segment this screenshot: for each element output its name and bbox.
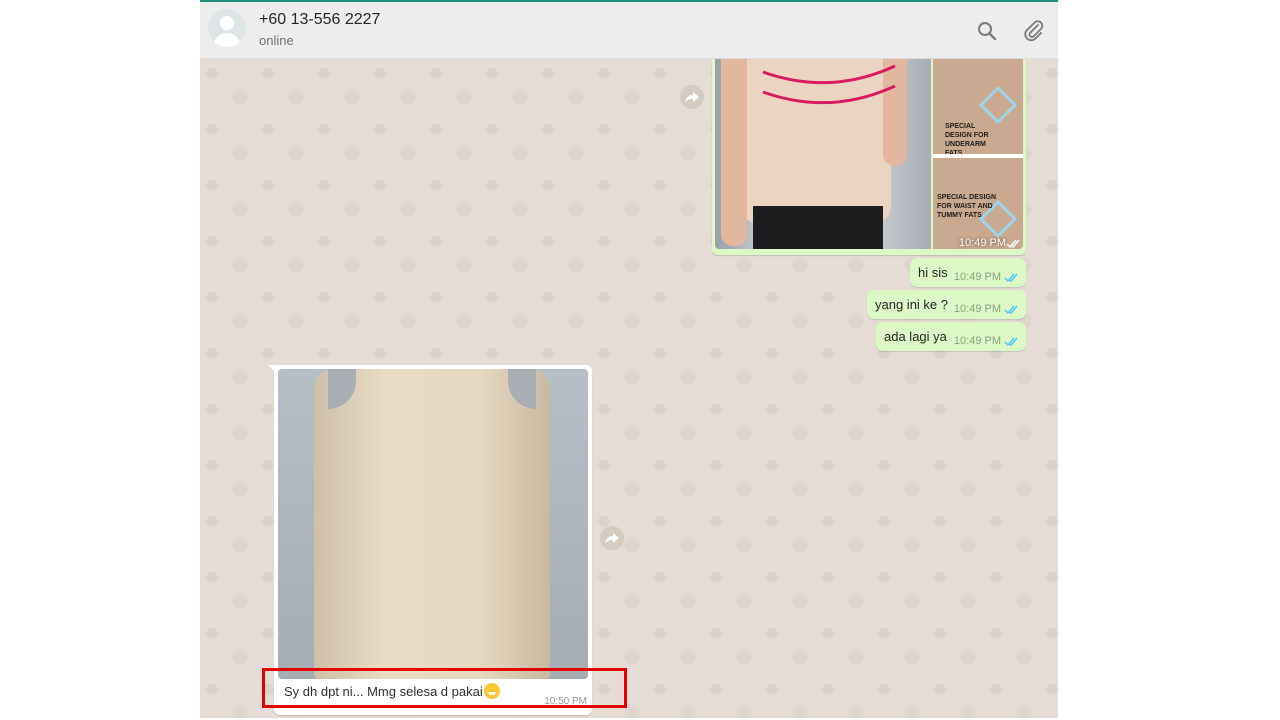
panel-divider [933, 154, 1023, 158]
message-text: yang ini ke ? [875, 297, 948, 312]
message-image[interactable]: SPECIAL DESIGN FOR UNDERARM FATS SPECIAL… [715, 59, 1023, 249]
forward-button[interactable] [600, 526, 624, 550]
chat-header: +60 13-556 2227 online [200, 2, 1058, 59]
double-check-icon [1004, 337, 1018, 347]
avatar[interactable] [208, 9, 246, 47]
double-check-icon [1006, 239, 1020, 249]
contact-name[interactable]: +60 13-556 2227 [259, 11, 380, 29]
forward-icon [605, 533, 619, 544]
attach-icon[interactable] [1022, 19, 1046, 43]
arrow-graphic [762, 64, 896, 105]
outgoing-image-message[interactable]: SPECIAL DESIGN FOR UNDERARM FATS SPECIAL… [712, 59, 1026, 255]
message-list[interactable]: SPECIAL DESIGN FOR UNDERARM FATS SPECIAL… [200, 59, 1058, 718]
incoming-image-message[interactable]: Sy dh dpt ni... Mmg selesa d pakai 10:50… [268, 365, 592, 715]
panel-caption-bottom: SPECIAL DESIGN FOR WAIST AND TUMMY FATS [937, 194, 996, 219]
message-text: hi sis [918, 265, 948, 280]
double-check-icon [1004, 273, 1018, 283]
arm-shape [721, 59, 747, 246]
outgoing-text-message[interactable]: hi sis 10:49 PM [910, 258, 1026, 287]
double-check-icon [1004, 305, 1018, 315]
panel-caption-top: SPECIAL DESIGN FOR UNDERARM FATS [945, 123, 989, 157]
garment-shape [314, 369, 550, 679]
outgoing-text-message[interactable]: ada lagi ya 10:49 PM [876, 322, 1026, 351]
message-time: 10:49 PM [953, 303, 1001, 315]
message-text: ada lagi ya [884, 329, 947, 344]
diamond-graphic [978, 85, 1018, 125]
search-icon[interactable] [975, 19, 999, 43]
legs-shape [753, 206, 883, 249]
forward-button[interactable] [680, 85, 704, 109]
avatar-head [220, 16, 234, 30]
message-time: 10:49 PM [953, 271, 1001, 283]
image-left-panel [715, 59, 931, 249]
avatar-body [213, 33, 241, 47]
chat-window: +60 13-556 2227 online SPECIAL DESIGN FO… [200, 0, 1058, 718]
bubble-tail [268, 365, 278, 375]
contact-status: online [259, 33, 294, 48]
message-image[interactable] [278, 369, 588, 679]
highlight-annotation [262, 668, 627, 708]
forward-icon [685, 92, 699, 103]
message-time: 10:49 PM [953, 335, 1001, 347]
outgoing-text-message[interactable]: yang ini ke ? 10:49 PM [867, 290, 1026, 319]
message-time: 10:49 PM [958, 237, 1006, 249]
